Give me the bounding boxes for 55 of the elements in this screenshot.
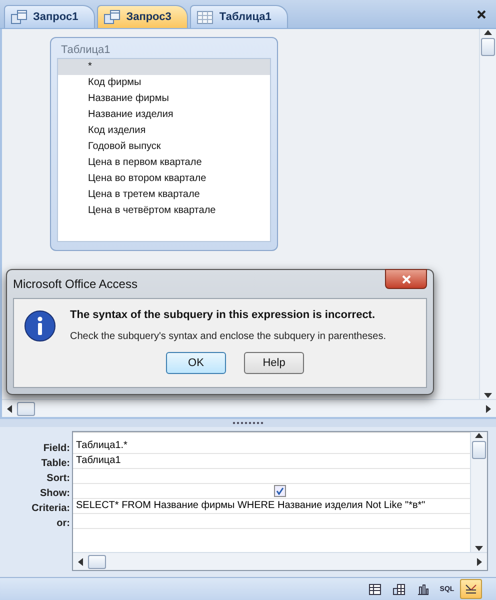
design-icon	[465, 584, 477, 594]
vertical-scrollbar[interactable]	[479, 29, 496, 399]
grid-cell[interactable]: Таблица1.*	[73, 439, 470, 454]
close-button[interactable]	[385, 269, 427, 289]
datasheet-icon	[369, 584, 381, 594]
dialog-title: Microsoft Office Access	[13, 277, 138, 291]
query-icon	[104, 10, 120, 24]
show-checkbox[interactable]	[274, 485, 286, 497]
chart-icon	[417, 584, 429, 594]
field-item[interactable]: Годовой выпуск	[58, 139, 270, 155]
grid-cell[interactable]: Таблица1	[73, 454, 470, 469]
field-item[interactable]: Цена в четвёртом квартале	[58, 203, 270, 219]
field-item[interactable]: Название фирмы	[58, 91, 270, 107]
row-label: Field:	[43, 442, 70, 456]
close-icon[interactable]	[477, 10, 486, 19]
error-heading: The syntax of the subquery in this expression is incorrect.	[70, 309, 376, 321]
scroll-right-icon[interactable]	[476, 558, 483, 566]
scroll-left-icon[interactable]	[6, 404, 13, 412]
error-message: Check the subquery's syntax and enclose the subquery in parentheses.	[70, 331, 386, 342]
scroll-thumb[interactable]	[472, 441, 486, 459]
field-item[interactable]: Цена в первом квартале	[58, 155, 270, 171]
table-field-list[interactable]: Таблица1 * Код фирмы Название фирмы Название изделия Код изделия Годовой выпуск Цена в первом квартале Цена во втором квартале Цена в третем квартале Цена в четвёртом квартале	[50, 37, 278, 251]
field-item[interactable]: Цена в третем квартале	[58, 187, 270, 203]
pivot-table-icon	[393, 584, 405, 594]
scroll-thumb[interactable]	[88, 554, 106, 568]
scroll-right-icon[interactable]	[485, 404, 492, 412]
scroll-left-icon[interactable]	[77, 558, 84, 566]
table-title: Таблица1	[60, 43, 112, 58]
view-button[interactable]	[460, 579, 482, 599]
row-label: Table:	[41, 457, 70, 471]
field-item[interactable]: *	[58, 59, 270, 75]
row-label: Sort:	[46, 472, 70, 486]
field-item[interactable]: Код изделия	[58, 123, 270, 139]
scroll-thumb[interactable]	[17, 402, 35, 416]
horizontal-scrollbar[interactable]	[2, 399, 496, 417]
info-icon	[24, 310, 56, 342]
field-item[interactable]: Название изделия	[58, 107, 270, 123]
document-tab[interactable]: Таблица1	[190, 5, 288, 28]
grid-cell[interactable]: SELECT* FROM Название фирмы WHERE Название изделия Not Like "*в*"	[73, 499, 470, 514]
row-label: Show:	[40, 487, 70, 501]
vertical-scrollbar[interactable]	[470, 432, 487, 552]
dialog-button[interactable]: OK	[166, 352, 226, 374]
dialog-button[interactable]: Help	[244, 352, 304, 374]
horizontal-scrollbar[interactable]	[73, 552, 487, 570]
table-icon	[197, 10, 214, 24]
field-item[interactable]: Код фирмы	[58, 75, 270, 91]
document-tab[interactable]: Запрос3	[97, 5, 188, 28]
close-icon	[402, 274, 410, 284]
field-item[interactable]: Цена во втором квартале	[58, 171, 270, 187]
document-tab[interactable]: Запрос1	[4, 5, 96, 28]
query-icon	[11, 10, 27, 24]
scroll-up-icon[interactable]	[475, 432, 483, 439]
row-label: or:	[56, 517, 70, 531]
row-label: Criteria:	[32, 502, 70, 516]
scroll-thumb[interactable]	[481, 38, 495, 56]
